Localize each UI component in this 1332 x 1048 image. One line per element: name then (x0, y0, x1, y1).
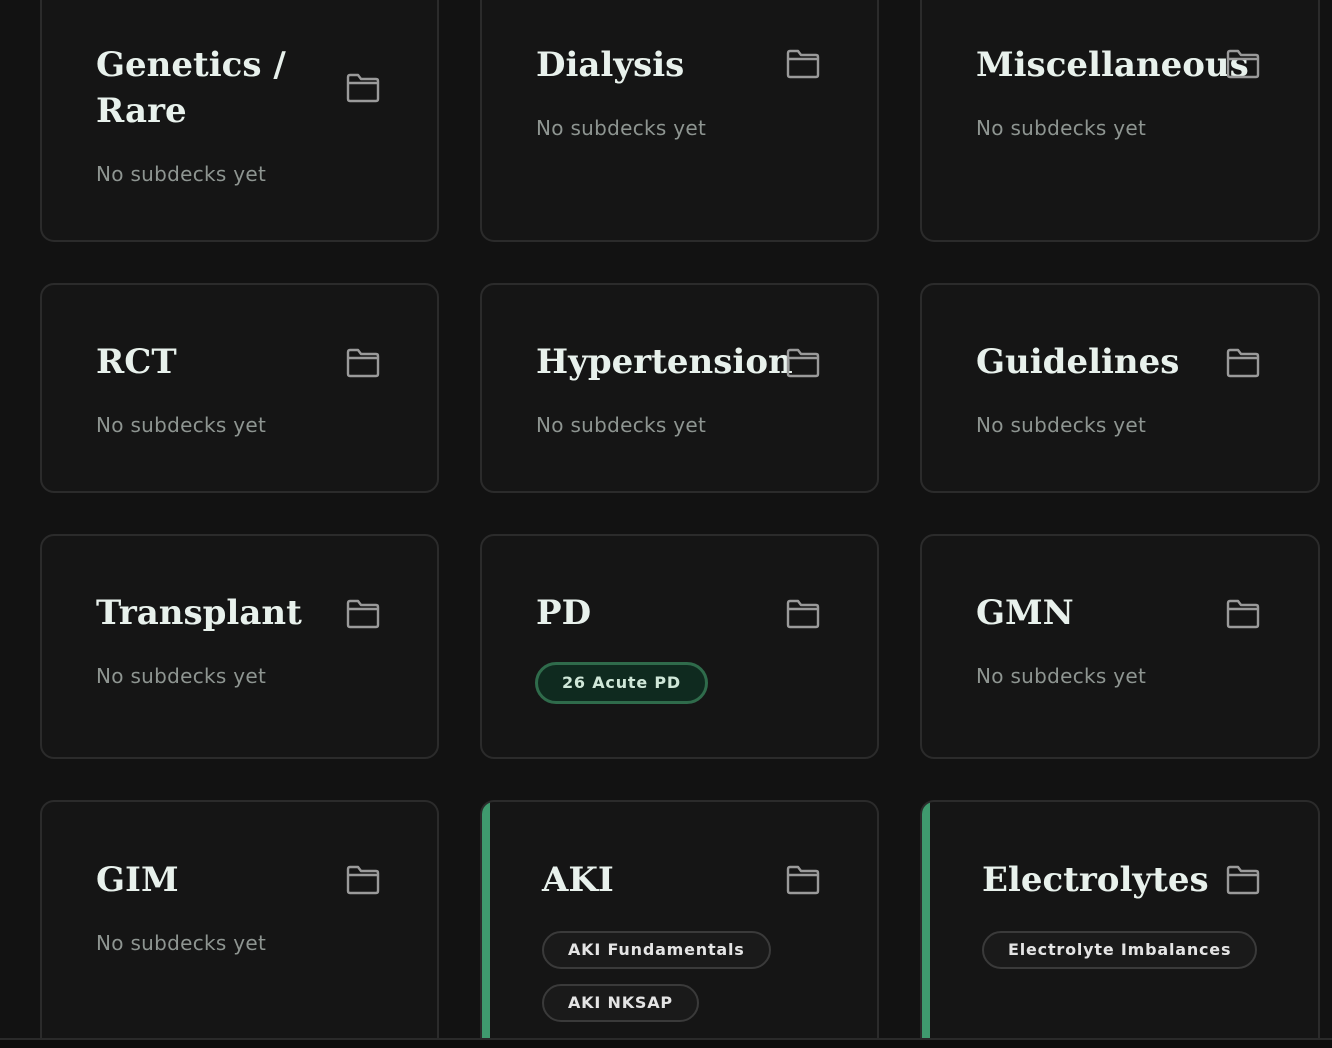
deck-card-transplant[interactable]: Transplant No subdecks yet (40, 534, 439, 759)
deck-title-line: Genetics / (96, 45, 286, 85)
folder-icon[interactable] (346, 73, 380, 103)
deck-card-guidelines[interactable]: Guidelines No subdecks yet (920, 283, 1320, 493)
deck-card-hypertension[interactable]: Hypertension No subdecks yet (480, 283, 879, 493)
deck-title: AKI (542, 860, 614, 900)
deck-card-pd[interactable]: PD 26 Acute PD (480, 534, 879, 759)
deck-title: Guidelines (976, 342, 1180, 382)
deck-card-genetics-rare[interactable]: Genetics / Rare No subdecks yet (40, 0, 439, 242)
no-subdecks-text: No subdecks yet (96, 162, 267, 186)
subdeck-chip[interactable]: AKI Fundamentals (542, 931, 771, 969)
subdeck-chip[interactable]: AKI NKSAP (542, 984, 699, 1022)
deck-card-aki[interactable]: AKI AKI Fundamentals AKI NKSAP (480, 800, 879, 1038)
deck-card-miscellaneous[interactable]: Miscellaneous No subdecks yet (920, 0, 1320, 242)
folder-icon[interactable] (346, 865, 380, 895)
folder-icon[interactable] (346, 348, 380, 378)
folder-icon[interactable] (786, 348, 820, 378)
deck-title: Hypertension (536, 342, 793, 382)
deck-title: GMN (976, 593, 1074, 633)
deck-title: GIM (96, 860, 179, 900)
folder-icon[interactable] (1226, 865, 1260, 895)
deck-title: Miscellaneous (976, 45, 1249, 85)
no-subdecks-text: No subdecks yet (536, 413, 707, 437)
deck-title: Genetics / Rare (96, 42, 286, 134)
bottom-bar (0, 1040, 1332, 1048)
folder-icon[interactable] (1226, 49, 1260, 79)
folder-icon[interactable] (1226, 599, 1260, 629)
no-subdecks-text: No subdecks yet (96, 664, 267, 688)
deck-card-electrolytes[interactable]: Electrolytes Electrolyte Imbalances (920, 800, 1320, 1038)
no-subdecks-text: No subdecks yet (96, 931, 267, 955)
folder-icon[interactable] (786, 865, 820, 895)
folder-icon[interactable] (1226, 348, 1260, 378)
deck-card-dialysis[interactable]: Dialysis No subdecks yet (480, 0, 879, 242)
no-subdecks-text: No subdecks yet (976, 413, 1147, 437)
no-subdecks-text: No subdecks yet (976, 664, 1147, 688)
deck-card-gim[interactable]: GIM No subdecks yet (40, 800, 439, 1038)
no-subdecks-text: No subdecks yet (536, 116, 707, 140)
deck-card-rct[interactable]: RCT No subdecks yet (40, 283, 439, 493)
folder-icon[interactable] (786, 49, 820, 79)
folder-icon[interactable] (346, 599, 380, 629)
subdeck-chip[interactable]: 26 Acute PD (535, 662, 708, 704)
folder-icon[interactable] (786, 599, 820, 629)
deck-title: Dialysis (536, 45, 685, 85)
no-subdecks-text: No subdecks yet (976, 116, 1147, 140)
subdeck-chip[interactable]: Electrolyte Imbalances (982, 931, 1258, 969)
no-subdecks-text: No subdecks yet (96, 413, 267, 437)
deck-title-line: Rare (96, 91, 187, 131)
deck-title: PD (536, 593, 592, 633)
deck-title: RCT (96, 342, 177, 382)
deck-title: Transplant (96, 593, 302, 633)
deck-grid: Genetics / Rare No subdecks yet Dialysis… (0, 0, 1332, 1048)
deck-title: Electrolytes (982, 860, 1209, 900)
deck-card-gmn[interactable]: GMN No subdecks yet (920, 534, 1320, 759)
